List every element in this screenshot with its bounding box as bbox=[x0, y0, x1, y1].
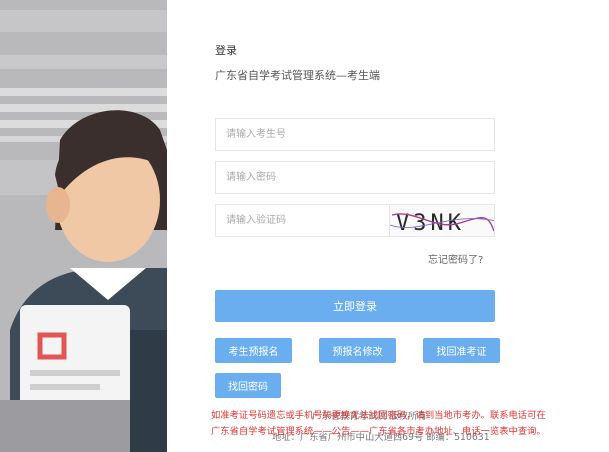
password-field bbox=[215, 161, 495, 194]
captcha-field bbox=[215, 204, 390, 237]
notice-line-1: 如准考证号码遗忘或手机号码更换无法找回密码，请到当地市考办。联系电话可在 bbox=[211, 410, 546, 421]
system-subtitle: 广东省自学考试管理系统—考生端 bbox=[215, 69, 380, 82]
notice-line-2: 广东省自学考试管理系统——公告——广东省各市考办地址、电话一览表中查询。 bbox=[211, 426, 546, 437]
illustration-panel bbox=[0, 0, 167, 452]
login-title: 登录 bbox=[215, 44, 237, 57]
modify-registration-button[interactable]: 预报名修改 bbox=[319, 338, 396, 363]
exam-number-input[interactable] bbox=[216, 119, 494, 150]
notice-text: 如准考证号码遗忘或手机号码更换无法找回密码，请到当地市考办。联系电话可在 广东省… bbox=[211, 408, 591, 440]
password-input[interactable] bbox=[216, 162, 494, 193]
pre-register-button[interactable]: 考生预报名 bbox=[215, 338, 292, 363]
retrieve-exam-card-button[interactable]: 找回准考证 bbox=[423, 338, 500, 363]
person-illustration bbox=[0, 0, 167, 452]
retrieve-password-button[interactable]: 找回密码 bbox=[215, 373, 281, 398]
login-button[interactable]: 立即登录 bbox=[215, 290, 495, 322]
captcha-graphic: V3NK bbox=[390, 211, 494, 236]
captcha-image[interactable]: V3NK bbox=[389, 204, 495, 237]
captcha-input[interactable] bbox=[216, 205, 389, 236]
exam-number-field bbox=[215, 118, 495, 151]
forgot-password-link[interactable]: 忘记密码了? bbox=[428, 251, 483, 266]
